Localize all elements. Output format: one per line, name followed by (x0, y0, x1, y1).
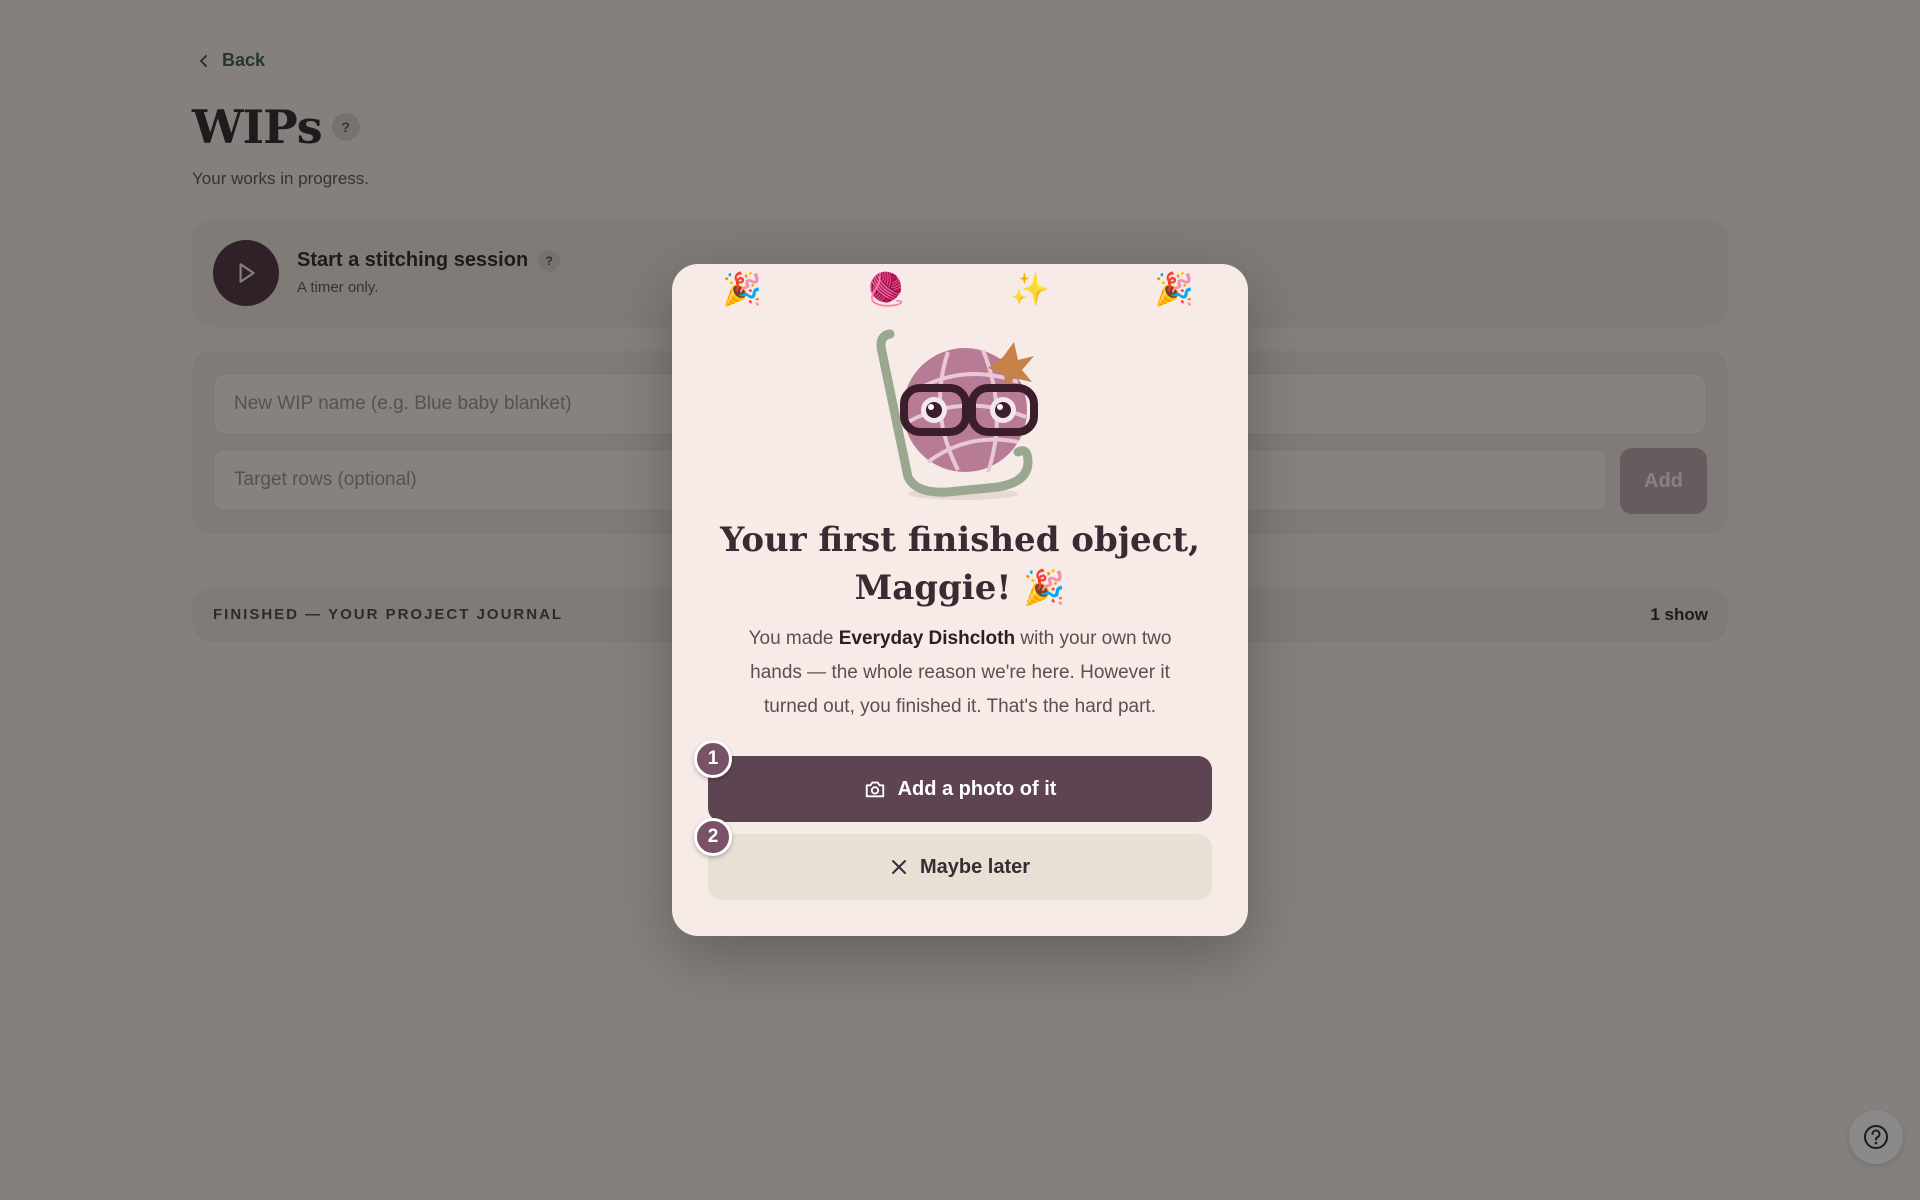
yarn-icon: 🧶 (866, 271, 906, 307)
step-badge-2: 2 (694, 818, 732, 856)
maybe-later-label: Maybe later (919, 855, 1031, 878)
step-badge-1: 1 (694, 740, 732, 778)
sparkles-icon: ✨ (1010, 271, 1050, 307)
add-photo-button[interactable]: Add a photo of it (708, 756, 1212, 822)
party-popper-icon: 🎉 (1154, 271, 1194, 307)
modal-body: You made Everyday Dishcloth with your ow… (722, 622, 1198, 724)
party-popper-icon: 🎉 (722, 271, 762, 307)
body-prefix: You made (748, 628, 839, 649)
yarn-ball-mascot-icon (876, 329, 1038, 500)
close-icon (891, 860, 906, 874)
add-photo-label: Add a photo of it (897, 777, 1057, 800)
celebration-modal: 🎉 🧶 ✨ 🎉 Your first finished object, Magg… (672, 264, 1248, 936)
modal-title-line-2: Maggie! 🎉 (854, 568, 1066, 608)
modal-title-line-1: Your first finished object, (720, 520, 1200, 560)
modal-title: Your first finished object, Maggie! 🎉 (672, 516, 1248, 612)
maybe-later-button[interactable]: Maybe later (708, 834, 1212, 900)
camera-icon (865, 781, 884, 798)
project-name: Everyday Dishcloth (838, 628, 1016, 649)
